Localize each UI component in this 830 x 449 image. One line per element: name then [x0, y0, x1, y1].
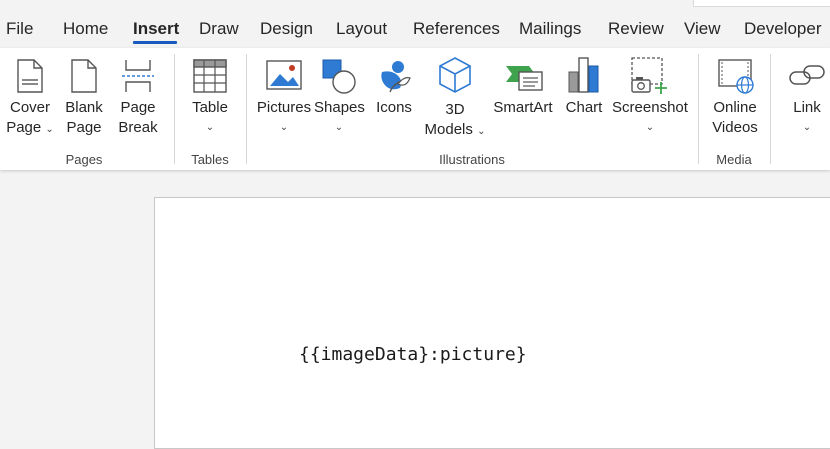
title-bar-edge — [693, 0, 830, 7]
page-break-label-2: Break — [118, 119, 158, 136]
ribbon-panel: Cover Page ⌄ Blank Page Page Break Pages — [0, 48, 830, 170]
3d-models-button[interactable]: 3D Models ⌄ — [424, 54, 486, 142]
icons-button[interactable]: Icons — [372, 54, 416, 142]
shapes-label: Shapes — [314, 99, 365, 116]
chart-label: Chart — [565, 99, 603, 116]
pictures-label: Pictures — [256, 99, 312, 116]
online-videos-button[interactable]: Online Videos — [706, 54, 764, 142]
link-icon — [789, 65, 825, 85]
icons-label: Icons — [376, 99, 412, 116]
icons-icon — [381, 61, 411, 93]
cover-page-label-1: Cover — [9, 99, 50, 116]
chevron-down-icon: ⌄ — [802, 122, 812, 133]
blank-page-label-2: Page — [66, 119, 102, 136]
page-break-button[interactable]: Page Break — [114, 54, 162, 142]
table-label: Table — [192, 99, 228, 116]
cover-page-button[interactable]: Cover Page ⌄ — [4, 54, 56, 142]
smartart-icon — [506, 66, 543, 91]
table-icon — [193, 59, 227, 93]
group-separator — [246, 54, 247, 164]
ribbon-tab-bar: File Home Insert Draw Design Layout Refe… — [0, 0, 830, 48]
chevron-down-icon: ⌄ — [279, 122, 289, 133]
online-videos-label-2: Videos — [712, 119, 758, 136]
tab-references[interactable]: References — [413, 19, 500, 39]
tab-design[interactable]: Design — [260, 19, 313, 39]
chevron-down-icon: ⌄ — [45, 124, 54, 135]
chart-button[interactable]: Chart — [562, 54, 606, 142]
tab-file[interactable]: File — [6, 19, 33, 39]
chevron-down-icon: ⌄ — [645, 122, 655, 133]
table-button[interactable]: Table ⌄ — [186, 54, 234, 142]
group-separator — [174, 54, 175, 164]
blank-page-label-1: Blank — [65, 99, 103, 116]
chart-icon — [568, 57, 599, 93]
shapes-icon — [322, 59, 356, 94]
link-button[interactable]: Link ⌄ — [784, 54, 830, 142]
group-separator — [698, 54, 699, 164]
tab-insert[interactable]: Insert — [133, 19, 179, 39]
document-text[interactable]: {{imageData}:picture} — [299, 344, 527, 365]
link-label: Link — [793, 99, 821, 116]
cover-page-icon — [17, 59, 43, 93]
tab-draw[interactable]: Draw — [199, 19, 239, 39]
pictures-icon — [266, 60, 302, 90]
group-label-illustrations: Illustrations — [439, 152, 505, 167]
shapes-button[interactable]: Shapes ⌄ — [314, 54, 365, 142]
3d-models-label-2: Models ⌄ — [424, 121, 486, 138]
group-label-pages: Pages — [65, 152, 103, 167]
chevron-down-icon: ⌄ — [477, 126, 486, 137]
document-page[interactable]: {{imageData}:picture} — [154, 197, 830, 449]
screenshot-label: Screenshot — [612, 99, 688, 116]
tab-mailings[interactable]: Mailings — [519, 19, 581, 39]
screenshot-button[interactable]: Screenshot ⌄ — [612, 54, 688, 142]
active-tab-indicator — [133, 41, 177, 44]
pictures-button[interactable]: Pictures ⌄ — [256, 54, 312, 142]
blank-page-button[interactable]: Blank Page — [60, 54, 108, 142]
tab-layout[interactable]: Layout — [336, 19, 387, 39]
screenshot-icon — [631, 57, 667, 94]
group-label-media: Media — [716, 152, 752, 167]
tab-view[interactable]: View — [684, 19, 721, 39]
online-videos-icon — [718, 59, 754, 94]
tab-developer[interactable]: Developer — [744, 19, 822, 39]
smartart-label: SmartArt — [493, 99, 553, 116]
page-break-icon — [122, 60, 154, 92]
smartart-button[interactable]: SmartArt — [492, 54, 554, 142]
chevron-down-icon: ⌄ — [205, 122, 215, 133]
group-label-tables: Tables — [191, 152, 229, 167]
3d-models-label-1: 3D — [445, 101, 465, 118]
group-separator — [770, 54, 771, 164]
page-break-label-1: Page — [120, 99, 156, 116]
3d-models-icon — [439, 57, 471, 93]
tab-home[interactable]: Home — [63, 19, 108, 39]
blank-page-icon — [71, 59, 97, 93]
online-videos-label-1: Online — [713, 99, 757, 116]
chevron-down-icon: ⌄ — [334, 122, 344, 133]
tab-review[interactable]: Review — [608, 19, 664, 39]
cover-page-label-2: Page ⌄ — [6, 119, 54, 136]
